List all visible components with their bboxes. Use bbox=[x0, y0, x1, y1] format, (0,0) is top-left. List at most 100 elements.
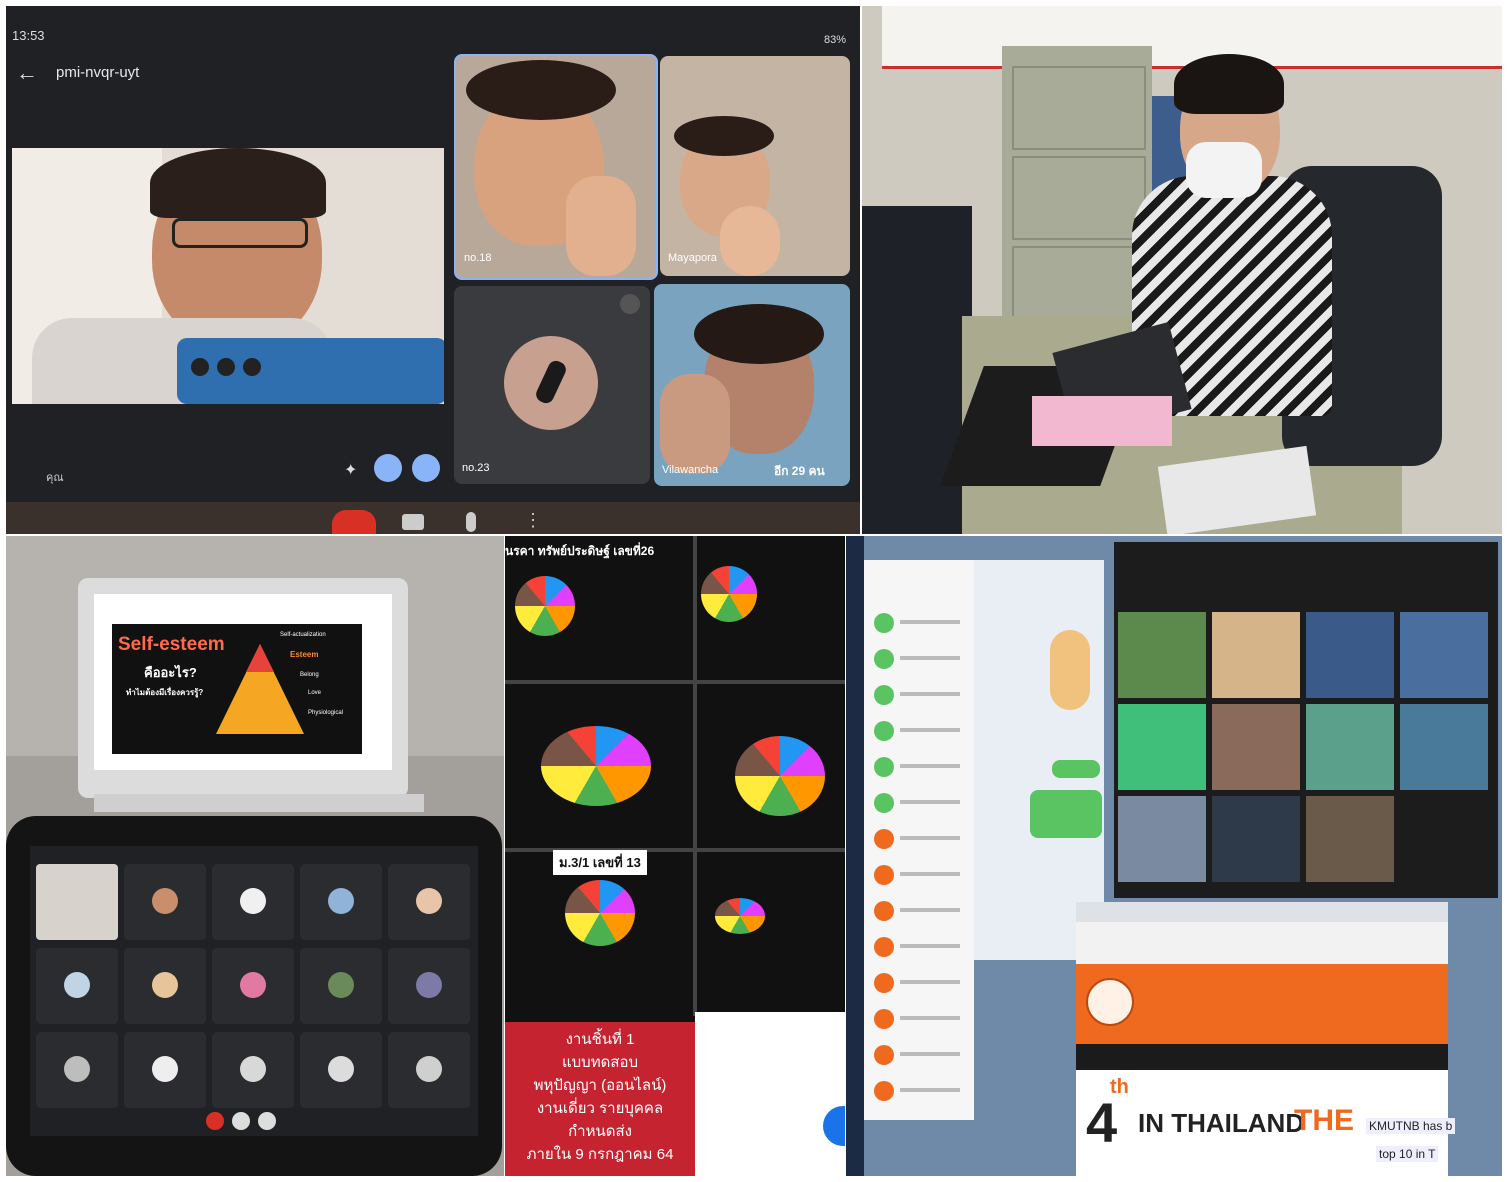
avatar bbox=[874, 1045, 894, 1065]
chat-list-item[interactable] bbox=[870, 1042, 966, 1068]
participant-tile[interactable] bbox=[212, 864, 294, 940]
participant-tile[interactable] bbox=[300, 948, 382, 1024]
chat-list-item[interactable] bbox=[870, 826, 966, 852]
slide: Self-esteem คืออะไร? ทำไมต้องมีเรื่องควร… bbox=[112, 624, 362, 754]
mic-button[interactable] bbox=[374, 454, 402, 482]
radar-chart-1 bbox=[515, 576, 575, 636]
chat-preview-line bbox=[900, 980, 960, 984]
chat-list-item[interactable] bbox=[870, 970, 966, 996]
camera-button[interactable] bbox=[402, 514, 424, 530]
avatar bbox=[64, 972, 90, 998]
whiteboard bbox=[882, 6, 1502, 69]
participant-tile[interactable] bbox=[1306, 796, 1394, 882]
participant-tile-3[interactable]: no.23 bbox=[454, 286, 650, 484]
chat-list-item[interactable] bbox=[870, 862, 966, 888]
participant-tile[interactable] bbox=[1400, 704, 1488, 790]
participant-tile[interactable] bbox=[1118, 704, 1206, 790]
laptop-screen: Self-esteem คืออะไร? ทำไมต้องมีเรื่องควร… bbox=[94, 594, 392, 770]
participant-tile[interactable] bbox=[1306, 704, 1394, 790]
participant-tile[interactable] bbox=[388, 864, 470, 940]
more-options-icon[interactable]: ⋮ bbox=[524, 510, 542, 531]
chat-list-item[interactable] bbox=[870, 610, 966, 636]
banner-line: พหุปัญญา (ออนไลน์) bbox=[533, 1077, 667, 1094]
chat-list-item[interactable] bbox=[870, 1006, 966, 1032]
fullscreen-button[interactable] bbox=[412, 454, 440, 482]
end-call-button[interactable] bbox=[332, 510, 376, 534]
tile-label: no.18 bbox=[464, 252, 492, 264]
tile-label: Mayapora bbox=[668, 252, 717, 264]
participant-tile[interactable] bbox=[300, 1032, 382, 1108]
tablet-screen bbox=[30, 846, 478, 1136]
self-label: คุณ bbox=[46, 472, 64, 484]
site-header bbox=[1076, 964, 1448, 1044]
participant-tile[interactable] bbox=[1212, 612, 1300, 698]
laptop-tablet-photo: Self-esteem คืออะไร? ทำไมต้องมีเรื่องควร… bbox=[6, 536, 504, 1176]
back-arrow-icon[interactable]: ← bbox=[16, 60, 38, 86]
avatar bbox=[328, 888, 354, 914]
participant-tile[interactable] bbox=[124, 1032, 206, 1108]
video-message[interactable] bbox=[1030, 790, 1102, 838]
camera-button[interactable] bbox=[258, 1112, 276, 1130]
quiz-header: นรคา ทรัพย์ประดิษฐ์ เลขที่26 bbox=[505, 544, 655, 558]
chat-list-item[interactable] bbox=[870, 754, 966, 780]
chat-list-item[interactable] bbox=[870, 934, 966, 960]
participant-tile[interactable] bbox=[1212, 796, 1300, 882]
site-nav bbox=[1076, 1044, 1448, 1070]
chat-preview-line bbox=[900, 764, 960, 768]
pink-paper bbox=[1032, 396, 1172, 446]
mic-button[interactable] bbox=[232, 1112, 250, 1130]
chat-preview-line bbox=[900, 944, 960, 948]
chat-preview-line bbox=[900, 1088, 960, 1092]
participant-tile[interactable] bbox=[124, 948, 206, 1024]
participant-tile[interactable] bbox=[36, 948, 118, 1024]
mic-toggle-button[interactable] bbox=[466, 512, 476, 532]
divider-row-1 bbox=[505, 680, 845, 684]
participant-tile-4[interactable]: Vilawancha อีก 29 คน bbox=[654, 284, 850, 486]
effects-icon[interactable]: ✦ bbox=[344, 460, 357, 480]
office-teacher-photo bbox=[862, 6, 1502, 534]
chat-preview-line bbox=[900, 620, 960, 624]
avatar bbox=[874, 1081, 894, 1101]
participant-tile[interactable] bbox=[1212, 704, 1300, 790]
chat-bubble bbox=[1052, 760, 1100, 778]
participant-tile[interactable] bbox=[1400, 612, 1488, 698]
filing-cabinet bbox=[1002, 46, 1152, 346]
rank-number: 4 bbox=[1086, 1091, 1118, 1154]
chat-list-item[interactable] bbox=[870, 790, 966, 816]
slide-title: Self-esteem bbox=[118, 634, 225, 655]
participant-tile[interactable] bbox=[36, 1032, 118, 1108]
radar-chart-3 bbox=[541, 726, 651, 806]
chat-list-item[interactable] bbox=[870, 898, 966, 924]
participant-tile[interactable] bbox=[124, 864, 206, 940]
participant-tile[interactable] bbox=[1118, 612, 1206, 698]
side-caption-2: top 10 in T bbox=[1376, 1146, 1439, 1162]
end-call-button[interactable] bbox=[206, 1112, 224, 1130]
participant-tile-2[interactable]: Mayapora bbox=[660, 56, 850, 276]
side-caption-1: KMUTNB has b bbox=[1366, 1118, 1456, 1134]
chat-preview-line bbox=[900, 728, 960, 732]
chat-list-item[interactable] bbox=[870, 1078, 966, 1104]
participant-tile[interactable] bbox=[1306, 612, 1394, 698]
participant-tile[interactable] bbox=[36, 864, 118, 940]
chat-preview-line bbox=[900, 1052, 960, 1056]
participant-tile[interactable] bbox=[1118, 796, 1206, 882]
chat-list-item[interactable] bbox=[870, 682, 966, 708]
chat-list-item[interactable] bbox=[870, 646, 966, 672]
section-label: ม.3/1 เลขที่ 13 bbox=[553, 850, 647, 875]
banner-line: กำหนดส่ง bbox=[568, 1123, 632, 1140]
meeting-code[interactable]: pmi-nvqr-uyt bbox=[56, 64, 139, 81]
participant-tile[interactable] bbox=[212, 948, 294, 1024]
chat-list-item[interactable] bbox=[870, 718, 966, 744]
participant-tile[interactable] bbox=[388, 948, 470, 1024]
participant-tile-1[interactable]: no.18 bbox=[454, 54, 658, 280]
avatar bbox=[874, 865, 894, 885]
dark-table bbox=[6, 502, 860, 534]
participant-tile[interactable] bbox=[388, 1032, 470, 1108]
line-chat-window bbox=[974, 560, 1104, 960]
avatar bbox=[874, 829, 894, 849]
avatar bbox=[416, 888, 442, 914]
participant-tile[interactable] bbox=[212, 1032, 294, 1108]
chat-preview-line bbox=[900, 908, 960, 912]
participant-tile[interactable] bbox=[300, 864, 382, 940]
more-participants[interactable]: อีก 29 คน bbox=[774, 462, 825, 481]
